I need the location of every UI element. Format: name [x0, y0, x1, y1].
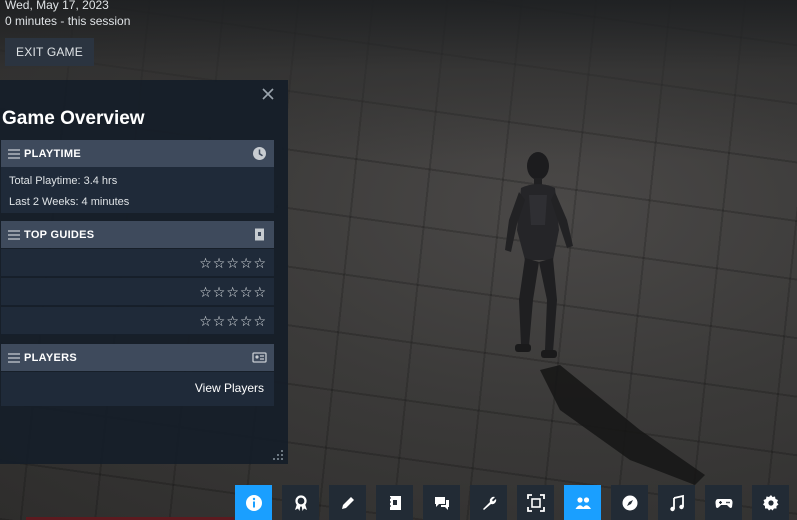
drag-handle-icon[interactable] [8, 148, 20, 159]
info-icon [245, 494, 262, 511]
browser-button[interactable] [611, 485, 648, 520]
friends-button[interactable] [564, 485, 601, 520]
players-label: PLAYERS [24, 351, 78, 364]
players-header[interactable]: PLAYERS [1, 344, 274, 371]
achievements-button[interactable] [282, 485, 319, 520]
browser-compass-icon [622, 495, 637, 510]
drag-handle-icon[interactable] [8, 229, 20, 240]
settings-wrench-button[interactable] [470, 485, 507, 520]
settings-button[interactable] [752, 485, 789, 520]
guide-row[interactable]: ☆☆☆☆☆ [1, 307, 274, 335]
rating-stars: ☆☆☆☆☆ [199, 313, 267, 329]
music-icon [669, 494, 684, 511]
screenshot-icon [526, 493, 545, 512]
guides-icon [388, 495, 401, 510]
rating-stars: ☆☆☆☆☆ [199, 255, 267, 271]
session-info: Wed, May 17, 2023 0 minutes - this sessi… [5, 0, 130, 29]
exit-game-button[interactable]: EXIT GAME [5, 38, 94, 66]
session-date: Wed, May 17, 2023 [5, 0, 109, 12]
rating-stars: ☆☆☆☆☆ [199, 284, 267, 300]
playtime-label: PLAYTIME [24, 147, 82, 160]
clock-icon [253, 147, 266, 160]
recent-playtime: Last 2 Weeks: 4 minutes [9, 196, 130, 208]
notes-pencil-icon [341, 496, 354, 509]
panel-title: Game Overview [2, 108, 145, 129]
playtime-header[interactable]: PLAYTIME [1, 140, 274, 167]
discussions-button[interactable] [423, 485, 460, 520]
playtime-body: Total Playtime: 3.4 hrs Last 2 Weeks: 4 … [1, 167, 274, 213]
game-character [505, 152, 573, 358]
guide-book-icon [255, 228, 264, 241]
info-button[interactable] [235, 485, 272, 520]
close-icon[interactable] [259, 85, 277, 103]
notes-button[interactable] [329, 485, 366, 520]
resize-grip-icon[interactable] [272, 449, 284, 461]
drag-handle-icon[interactable] [8, 352, 20, 363]
controller-button[interactable] [705, 485, 742, 520]
music-button[interactable] [658, 485, 695, 520]
session-duration: 0 minutes - this session [5, 14, 131, 28]
guides-button[interactable] [376, 485, 413, 520]
view-players-link[interactable]: View Players [195, 381, 264, 395]
controller-icon [715, 498, 732, 508]
achievements-icon [294, 494, 307, 511]
top-guides-header[interactable]: TOP GUIDES [1, 221, 274, 248]
guide-row[interactable]: ☆☆☆☆☆ [1, 278, 274, 306]
guide-row[interactable]: ☆☆☆☆☆ [1, 249, 274, 277]
top-guides-label: TOP GUIDES [24, 228, 95, 241]
screenshot-button[interactable] [517, 485, 554, 520]
view-players-row[interactable]: View Players [1, 372, 274, 406]
discussions-icon [434, 496, 449, 510]
total-playtime: Total Playtime: 3.4 hrs [9, 175, 118, 187]
friends-icon [575, 496, 591, 509]
gear-icon [762, 494, 778, 510]
players-card-icon [252, 352, 267, 363]
settings-wrench-icon [482, 496, 496, 510]
